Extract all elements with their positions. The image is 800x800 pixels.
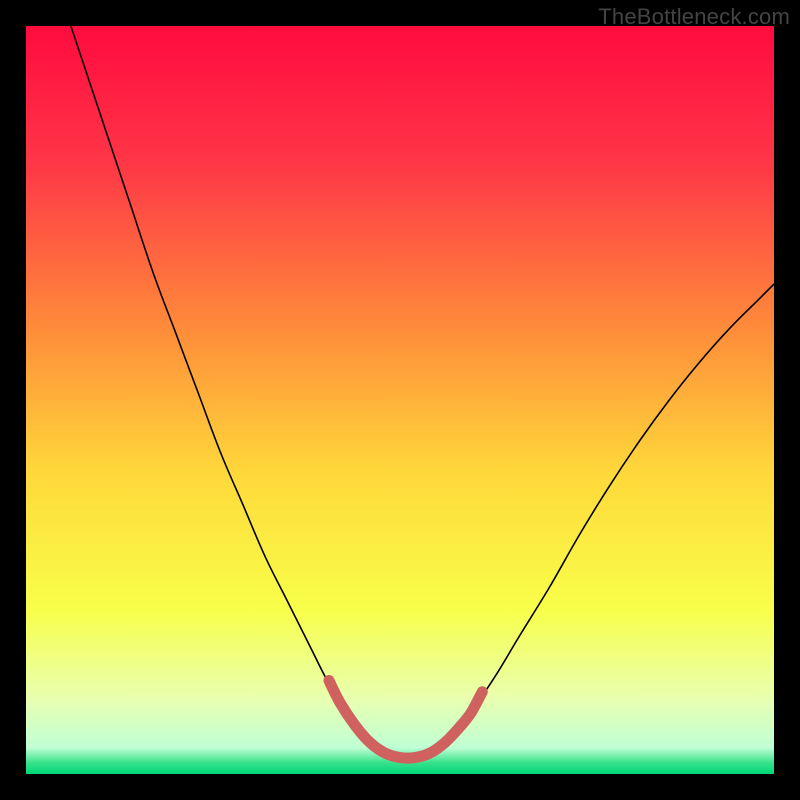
watermark-text: TheBottleneck.com — [598, 4, 790, 30]
chart-plot-area — [26, 26, 774, 774]
chart-canvas — [26, 26, 774, 774]
gradient-background — [26, 26, 774, 774]
chart-frame: TheBottleneck.com — [0, 0, 800, 800]
